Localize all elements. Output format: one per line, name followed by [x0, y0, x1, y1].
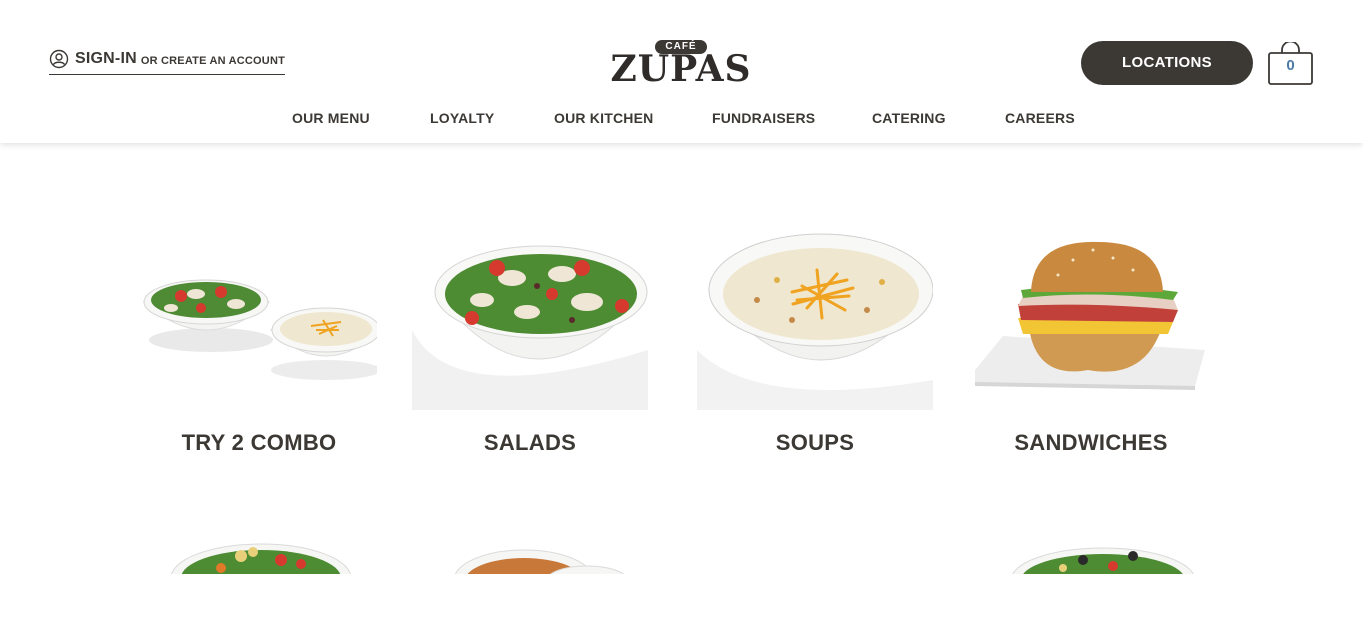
- cafe-zupas-logo[interactable]: CAFÉ ZUPAS: [610, 38, 752, 90]
- sign-in-link[interactable]: SIGN-IN OR CREATE AN ACCOUNT: [49, 49, 286, 75]
- soup-image: [454, 549, 624, 574]
- menu-card-title: SOUPS: [775, 430, 855, 455]
- menu-card-row2-1[interactable]: [141, 530, 377, 574]
- locations-button[interactable]: LOCATIONS: [1081, 41, 1253, 85]
- nav-our-menu[interactable]: OUR MENU: [292, 110, 370, 126]
- main-nav: OUR MENU LOYALTY OUR KITCHEN FUNDRAISERS…: [0, 110, 1363, 130]
- logo-wordmark: ZUPAS: [610, 48, 752, 90]
- salad-bowl-image: [412, 230, 648, 410]
- user-icon: [49, 49, 69, 69]
- menu-card-title: SANDWICHES: [1014, 430, 1168, 455]
- nav-catering[interactable]: CATERING: [872, 110, 946, 126]
- sign-in-label[interactable]: SIGN-IN: [75, 50, 137, 68]
- menu-card-title: TRY 2 COMBO: [181, 430, 337, 455]
- cart-count: 0: [1286, 57, 1295, 74]
- menu-card-row2-4[interactable]: [973, 530, 1209, 574]
- combo-salad-soup-image: [142, 279, 377, 380]
- cart-button[interactable]: 0: [1268, 42, 1313, 86]
- site-header: SIGN-IN OR CREATE AN ACCOUNT CAFÉ ZUPAS …: [0, 0, 1363, 143]
- create-account-link[interactable]: OR CREATE AN ACCOUNT: [141, 55, 285, 67]
- soup-bowl-image: [697, 233, 933, 410]
- sandwich-image: [975, 241, 1205, 390]
- menu-card-title: SALADS: [483, 430, 577, 455]
- menu-card-row2-2[interactable]: [412, 530, 648, 574]
- nav-loyalty[interactable]: LOYALTY: [430, 110, 494, 126]
- nav-careers[interactable]: CAREERS: [1005, 110, 1075, 126]
- nav-fundraisers[interactable]: FUNDRAISERS: [712, 110, 815, 126]
- pasta-bowl-image: [1012, 547, 1194, 574]
- fold-area: [0, 574, 1363, 618]
- nav-our-kitchen[interactable]: OUR KITCHEN: [554, 110, 653, 126]
- bowl-image: [171, 543, 351, 574]
